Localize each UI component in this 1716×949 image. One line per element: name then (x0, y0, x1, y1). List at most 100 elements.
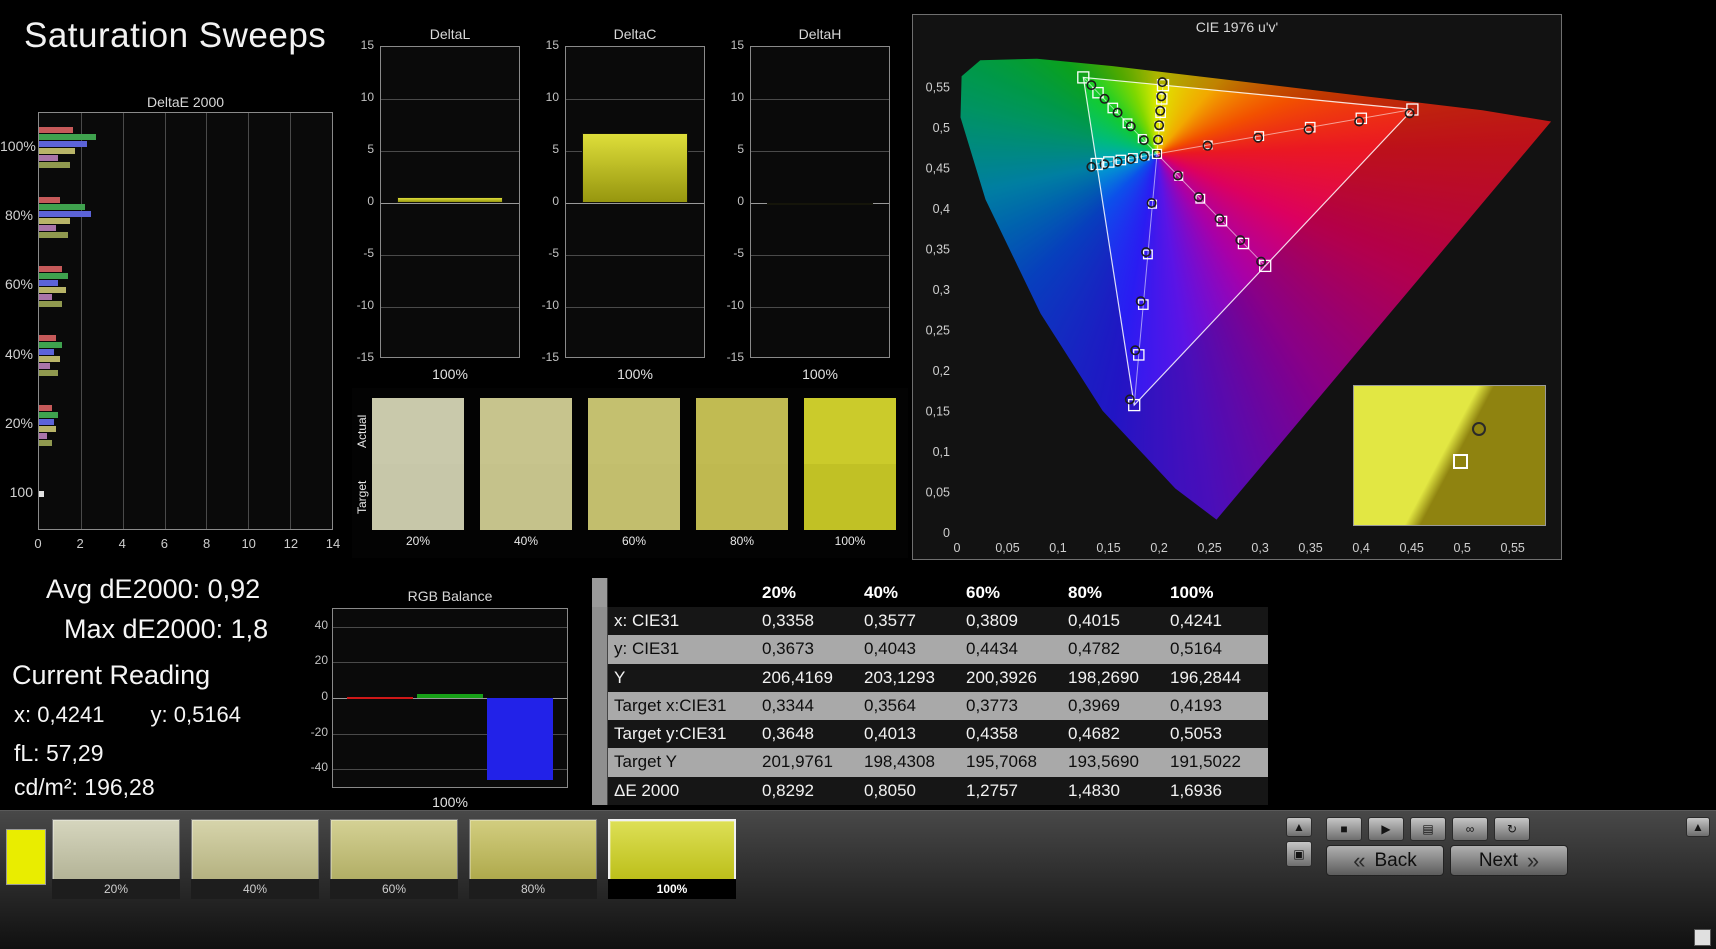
rgb-panel: RGB Balance 100% 40200-20-40 (300, 588, 600, 810)
delta-bar (767, 203, 873, 205)
delta-y-tick: 10 (521, 90, 559, 104)
display-icon: ▤ (1422, 822, 1433, 836)
table-cell: 0,3673 (756, 635, 858, 663)
table-row-label: Target x:CIE31 (608, 692, 756, 720)
gridline (751, 255, 889, 256)
table-row-strip (592, 692, 608, 720)
patch-label: 20% (52, 879, 180, 899)
cie-title: CIE 1976 u'v' (913, 19, 1561, 35)
patch-button-100%[interactable]: 100% (608, 819, 736, 899)
delta-chart-plot (380, 46, 520, 358)
de-bar (39, 363, 50, 369)
gridline (206, 113, 207, 529)
cie-y-tick: 0,15 (926, 405, 950, 419)
scroll-up-button[interactable]: ▲ (1686, 817, 1710, 837)
target-row-label: Target (354, 464, 370, 530)
cdm2-reading: cd/m²: 196,28 (14, 774, 155, 801)
cie-x-tick: 0,3 (1251, 541, 1268, 555)
display-button[interactable]: ▤ (1410, 817, 1446, 841)
delta-x-label: 100% (750, 366, 890, 382)
target-swatch (588, 464, 680, 530)
table-cell: 0,3773 (960, 692, 1062, 720)
back-button[interactable]: «Back (1326, 845, 1444, 876)
patch-button-40%[interactable]: 40% (191, 819, 319, 899)
spin-up-button[interactable]: ▲ (1286, 817, 1312, 837)
cie-y-tick: 0,35 (926, 243, 950, 257)
patch-button-80%[interactable]: 80% (469, 819, 597, 899)
table-row-strip (592, 607, 608, 635)
cie-x-tick: 0,5 (1454, 541, 1471, 555)
de-bar (39, 204, 85, 210)
table-cell: 0,4241 (1164, 607, 1266, 635)
table-cell: 0,4015 (1062, 607, 1164, 635)
table-cell: 0,3358 (756, 607, 858, 635)
de-x-tick: 2 (68, 536, 92, 551)
patch-swatch (469, 819, 597, 879)
cie-x-tick: 0,25 (1197, 541, 1221, 555)
delta-bar (397, 197, 503, 203)
cie-x-tick: 0,4 (1352, 541, 1369, 555)
table-row: Y206,4169203,1293200,3926198,2690196,284… (592, 664, 1268, 692)
table-cell: 198,2690 (1062, 664, 1164, 692)
pattern-window-button[interactable]: ▣ (1286, 841, 1312, 867)
table-cell: 0,4043 (858, 635, 960, 663)
patch-button-60%[interactable]: 60% (330, 819, 458, 899)
app-window: Saturation Sweeps DeltaE 2000 100%80%60%… (0, 0, 1716, 949)
delta-y-tick: 5 (706, 142, 744, 156)
de-bar (39, 349, 54, 355)
table-row: Target Y201,9761198,4308195,7068193,5690… (592, 748, 1268, 776)
gridline (165, 113, 166, 529)
patch-label: 40% (191, 879, 319, 899)
gridline (290, 113, 291, 529)
swatch-label: 60% (588, 534, 680, 548)
rgb-y-tick: 20 (300, 653, 328, 667)
delta-y-tick: 0 (521, 194, 559, 208)
de-bar (39, 491, 44, 497)
cie-y-tick: 0,2 (933, 364, 950, 378)
de-x-tick: 12 (279, 536, 303, 551)
refresh-button[interactable]: ↻ (1494, 817, 1530, 841)
de-bar (39, 218, 70, 224)
de-group-label: 20% (0, 415, 33, 431)
gridline (566, 151, 704, 152)
de-bar (39, 301, 62, 307)
table-header-cell: 40% (858, 578, 960, 607)
de-bar (39, 419, 54, 425)
cie-y-tick: 0,25 (926, 324, 950, 338)
delta-y-tick: 5 (521, 142, 559, 156)
xy-reading: x: 0,4241y: 0,5164 (14, 702, 241, 728)
deltaE-title: DeltaE 2000 (38, 94, 333, 110)
gridline (123, 113, 124, 529)
patch-swatch (191, 819, 319, 879)
table-cell: 191,5022 (1164, 748, 1266, 776)
loop-button[interactable]: ∞ (1452, 817, 1488, 841)
next-button[interactable]: Next» (1450, 845, 1568, 876)
gridline (566, 307, 704, 308)
gridline (333, 627, 567, 628)
gridline (751, 99, 889, 100)
corner-checkbox[interactable] (1694, 929, 1711, 946)
gridline (381, 203, 519, 204)
de-bar (39, 280, 58, 286)
table-cell: 0,8292 (756, 777, 858, 805)
de-bar (39, 155, 58, 161)
delta-y-tick: 15 (706, 38, 744, 52)
patch-button-20%[interactable]: 20% (52, 819, 180, 899)
de-bar (39, 197, 60, 203)
max-de2000-reading: Max dE2000: 1,8 (64, 614, 268, 645)
actual-row-label: Actual (354, 398, 370, 464)
stop-button[interactable]: ■ (1326, 817, 1362, 841)
table-header-cell: 60% (960, 578, 1062, 607)
play-button[interactable]: ▶ (1368, 817, 1404, 841)
table-cell: 1,4830 (1062, 777, 1164, 805)
target-swatch (480, 464, 572, 530)
table-cell: 0,4782 (1062, 635, 1164, 663)
rgb-y-tick: 0 (300, 689, 328, 703)
table-header-cell: 80% (1062, 578, 1164, 607)
delta-y-tick: -5 (706, 246, 744, 260)
gridline (81, 113, 82, 529)
gridline (381, 99, 519, 100)
avg-de2000-reading: Avg dE2000: 0,92 (46, 574, 260, 605)
de-bar (39, 356, 60, 362)
cie-y-tick: 0,4 (933, 202, 950, 216)
